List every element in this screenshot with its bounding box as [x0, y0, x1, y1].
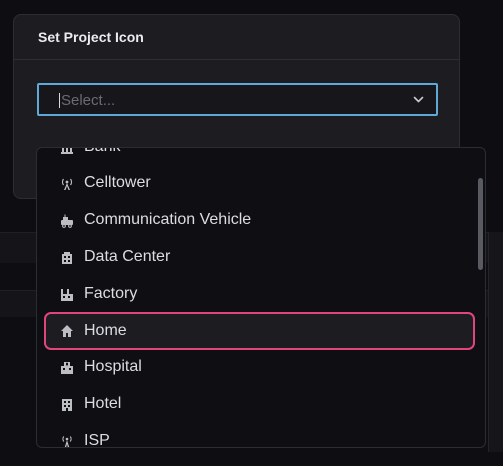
hotel-icon: [62, 399, 72, 411]
option-label: Bank: [84, 148, 120, 156]
option-bank[interactable]: Bank: [47, 148, 473, 165]
option-label: Factory: [84, 285, 138, 302]
option-label: Celltower: [84, 174, 151, 191]
bank-icon: [61, 148, 73, 154]
isp-icon: [62, 436, 72, 447]
option-label: Communication Vehicle: [84, 211, 252, 228]
option-home[interactable]: Home: [44, 312, 475, 350]
option-factory[interactable]: Factory: [47, 278, 473, 312]
dropdown-scrollbar-thumb[interactable]: [478, 178, 483, 270]
option-label: ISP: [84, 432, 110, 448]
data-center-icon: [62, 252, 72, 264]
option-label: Home: [84, 322, 127, 339]
celltower-icon: [61, 178, 73, 190]
hospital-icon: [61, 362, 73, 374]
option-isp[interactable]: ISP: [47, 425, 473, 448]
option-label: Hotel: [84, 395, 122, 412]
icon-select[interactable]: Select...: [37, 83, 438, 116]
factory-icon: [61, 289, 73, 301]
communication-vehicle-icon: [61, 214, 73, 228]
option-communication-vehicle[interactable]: Communication Vehicle: [47, 204, 473, 238]
icon-dropdown-list[interactable]: Bank Celltower Communication Vehicle: [36, 147, 486, 448]
home-icon: [61, 325, 73, 337]
option-data-center[interactable]: Data Center: [47, 241, 473, 275]
option-hospital[interactable]: Hospital: [47, 351, 473, 385]
option-label: Hospital: [84, 358, 142, 375]
background-side-panel: [488, 232, 503, 452]
dialog-divider: [14, 59, 459, 60]
option-label: Data Center: [84, 248, 171, 265]
option-hotel[interactable]: Hotel: [47, 388, 473, 422]
dialog-title: Set Project Icon: [38, 29, 144, 45]
option-celltower[interactable]: Celltower: [47, 167, 473, 201]
select-placeholder: Select...: [61, 92, 116, 109]
text-caret: [59, 93, 60, 108]
chevron-down-icon[interactable]: [413, 94, 424, 105]
